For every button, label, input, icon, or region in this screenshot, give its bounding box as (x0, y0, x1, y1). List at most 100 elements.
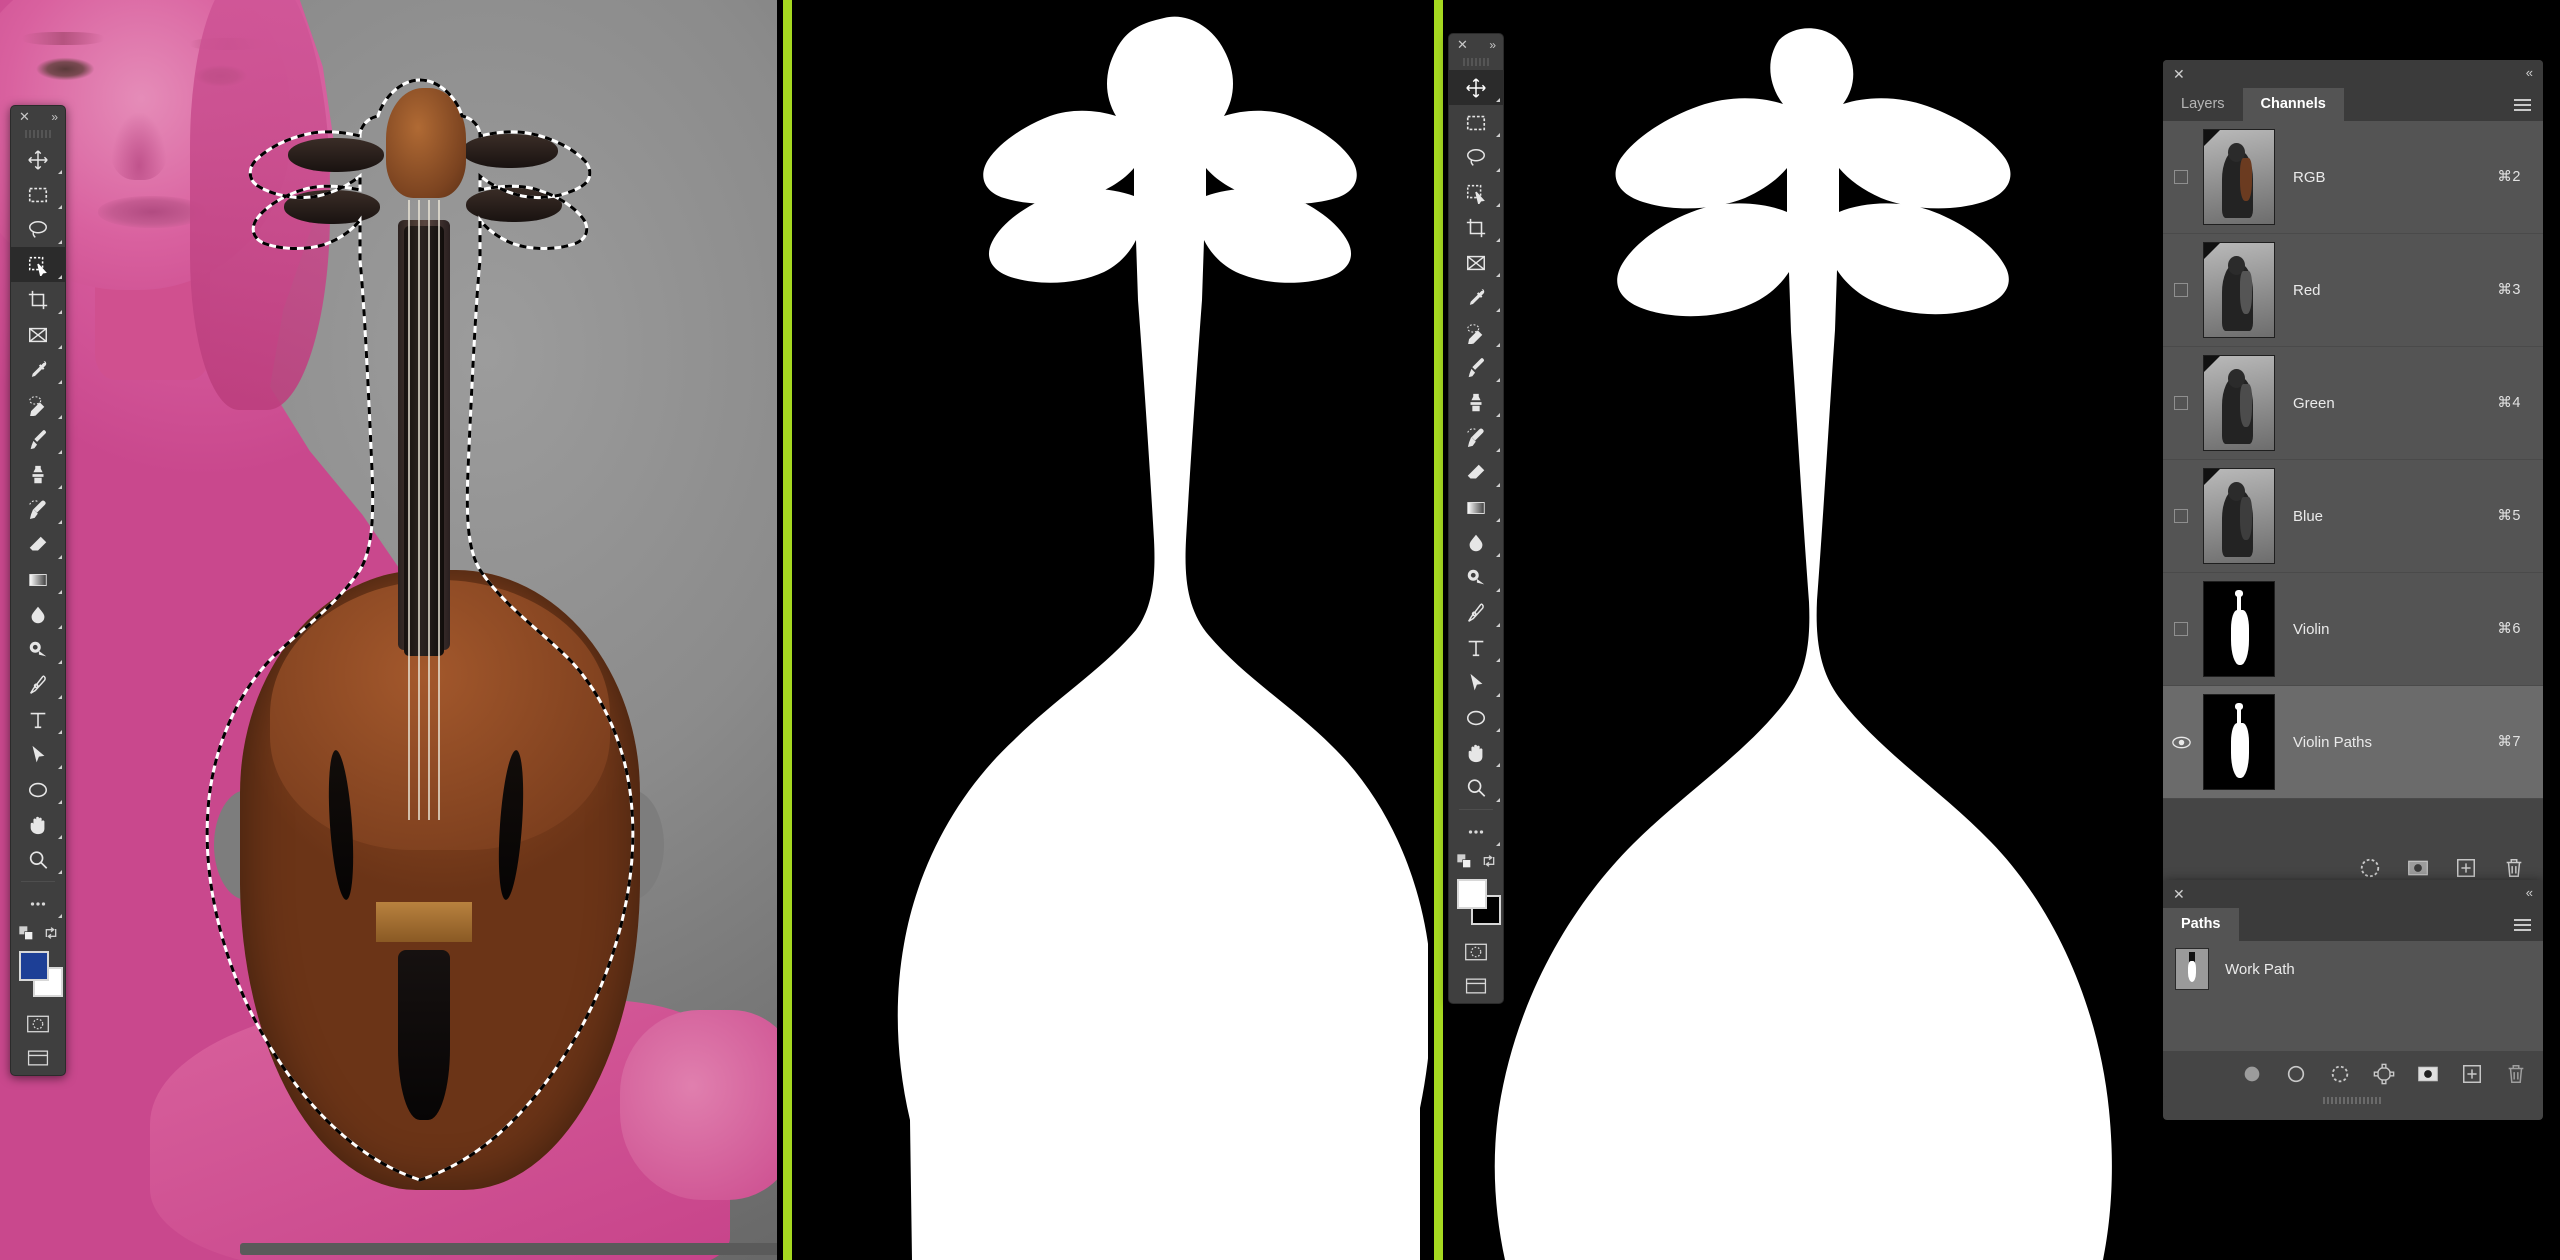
clone-stamp-tool[interactable] (11, 457, 65, 492)
blur-tool[interactable] (1449, 525, 1503, 560)
table-row[interactable]: Green ⌘4 (2163, 347, 2543, 460)
zoom-tool[interactable] (1449, 770, 1503, 805)
type-tool[interactable] (1449, 630, 1503, 665)
healing-brush-tool[interactable] (1449, 315, 1503, 350)
gradient-tool[interactable] (11, 562, 65, 597)
channels-panel[interactable]: ✕ « Layers Channels RGB ⌘2 Red ⌘3 Green … (2163, 60, 2543, 898)
eye-icon[interactable] (2171, 736, 2191, 749)
table-row[interactable]: Violin ⌘6 (2163, 573, 2543, 686)
load-channel-as-selection-icon[interactable] (2359, 857, 2381, 879)
screen-mode-toggle-button[interactable] (1449, 969, 1503, 1003)
brush-tool[interactable] (1449, 350, 1503, 385)
create-new-path-icon[interactable] (2461, 1063, 2483, 1085)
canvas-pane-source-photo[interactable] (0, 0, 786, 1260)
type-tool[interactable] (11, 702, 65, 737)
ellipse-tool[interactable] (11, 772, 65, 807)
hand-tool[interactable] (11, 807, 65, 842)
path-selection-tool[interactable] (1449, 665, 1503, 700)
save-selection-as-channel-icon[interactable] (2407, 857, 2429, 879)
quick-mask-toggle-button[interactable] (1449, 935, 1503, 969)
create-new-channel-icon[interactable] (2455, 857, 2477, 879)
add-layer-mask-icon[interactable] (2417, 1063, 2439, 1085)
history-brush-tool[interactable] (11, 492, 65, 527)
eraser-tool[interactable] (1449, 455, 1503, 490)
hamburger-icon[interactable] (2514, 99, 2531, 114)
panel-drag-grip[interactable] (1463, 58, 1489, 66)
channel-visibility-toggle[interactable] (2163, 396, 2199, 410)
channel-visibility-toggle[interactable] (2163, 736, 2199, 749)
make-work-path-icon[interactable] (2373, 1063, 2395, 1085)
table-row[interactable]: RGB ⌘2 (2163, 121, 2543, 234)
table-row[interactable]: Blue ⌘5 (2163, 460, 2543, 573)
list-item[interactable]: Work Path (2163, 941, 2543, 997)
stroke-path-icon[interactable] (2285, 1063, 2307, 1085)
edit-toolbar-ellipsis-icon[interactable] (11, 886, 65, 921)
channel-visibility-toggle[interactable] (2163, 509, 2199, 523)
dodge-tool[interactable] (1449, 560, 1503, 595)
canvas-pane-violin-paths-mask[interactable] (1443, 0, 2163, 1260)
color-swatches[interactable] (11, 945, 65, 1007)
quick-mask-toggle-button[interactable] (11, 1007, 65, 1041)
load-path-as-selection-icon[interactable] (2329, 1063, 2351, 1085)
path-selection-tool[interactable] (11, 737, 65, 772)
foreground-color-swatch[interactable] (1457, 879, 1487, 909)
rectangular-marquee-tool[interactable] (1449, 105, 1503, 140)
collapse-panels-icon[interactable]: « (2526, 65, 2533, 80)
tab-paths[interactable]: Paths (2163, 908, 2239, 941)
screen-mode-toggle-button[interactable] (11, 1041, 65, 1075)
panel-resize-grip[interactable] (2323, 1097, 2383, 1104)
default-colors-icon[interactable] (1456, 853, 1472, 869)
delete-channel-icon[interactable] (2503, 857, 2525, 879)
canvas-pane-violin-mask[interactable] (792, 0, 1434, 1260)
canvas-horizontal-scrollbar[interactable] (240, 1243, 786, 1255)
frame-tool[interactable] (11, 317, 65, 352)
ellipse-tool[interactable] (1449, 700, 1503, 735)
crop-tool[interactable] (11, 282, 65, 317)
eyedropper-tool[interactable] (11, 352, 65, 387)
hand-tool[interactable] (1449, 735, 1503, 770)
tools-panel-center[interactable]: ✕ » (1448, 33, 1504, 1004)
channel-visibility-toggle[interactable] (2163, 622, 2199, 636)
default-colors-icon[interactable] (18, 925, 34, 941)
gradient-tool[interactable] (1449, 490, 1503, 525)
history-brush-tool[interactable] (1449, 420, 1503, 455)
edit-toolbar-ellipsis-icon[interactable] (1449, 814, 1503, 849)
pen-tool[interactable] (11, 667, 65, 702)
crop-tool[interactable] (1449, 210, 1503, 245)
close-icon[interactable]: ✕ (2173, 886, 2185, 903)
move-tool[interactable] (1449, 70, 1503, 105)
lasso-tool[interactable] (1449, 140, 1503, 175)
quick-selection-tool[interactable] (11, 247, 65, 282)
tools-panel-left[interactable]: ✕ » (10, 105, 66, 1076)
close-icon[interactable]: ✕ (1457, 38, 1469, 51)
delete-path-icon[interactable] (2505, 1063, 2527, 1085)
swap-colors-icon[interactable] (1481, 853, 1497, 869)
swap-colors-icon[interactable] (43, 925, 59, 941)
hamburger-icon[interactable] (2514, 919, 2531, 934)
close-icon[interactable]: ✕ (19, 110, 31, 123)
color-swatches[interactable] (1449, 873, 1503, 935)
blur-tool[interactable] (11, 597, 65, 632)
table-row[interactable]: Red ⌘3 (2163, 234, 2543, 347)
pen-tool[interactable] (1449, 595, 1503, 630)
panel-drag-grip[interactable] (25, 130, 51, 138)
lasso-tool[interactable] (11, 212, 65, 247)
brush-tool[interactable] (11, 422, 65, 457)
eyedropper-tool[interactable] (1449, 280, 1503, 315)
table-row[interactable]: Violin Paths ⌘7 (2163, 686, 2543, 799)
zoom-tool[interactable] (11, 842, 65, 877)
channel-visibility-toggle[interactable] (2163, 283, 2199, 297)
expand-panel-icon[interactable]: » (1489, 38, 1496, 52)
paths-panel[interactable]: ✕ « Paths Work Path (2163, 880, 2543, 1120)
move-tool[interactable] (11, 142, 65, 177)
eraser-tool[interactable] (11, 527, 65, 562)
tab-layers[interactable]: Layers (2163, 88, 2243, 121)
clone-stamp-tool[interactable] (1449, 385, 1503, 420)
close-icon[interactable]: ✕ (2173, 66, 2185, 83)
collapse-panels-icon[interactable]: « (2526, 885, 2533, 900)
quick-selection-tool[interactable] (1449, 175, 1503, 210)
healing-brush-tool[interactable] (11, 387, 65, 422)
tab-channels[interactable]: Channels (2242, 88, 2344, 121)
dodge-tool[interactable] (11, 632, 65, 667)
rectangular-marquee-tool[interactable] (11, 177, 65, 212)
